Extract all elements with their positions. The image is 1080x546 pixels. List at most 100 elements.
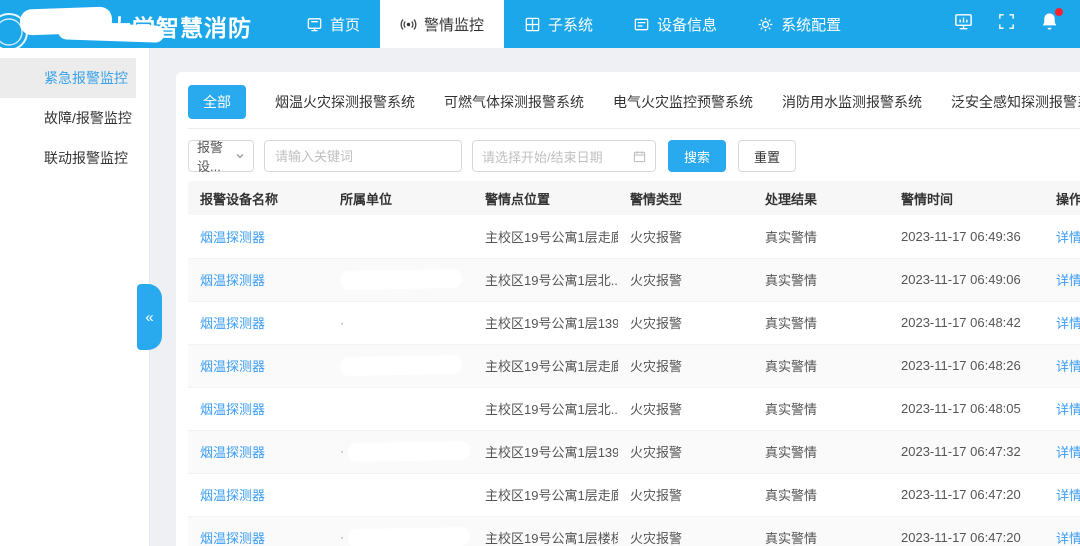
alarm-table: 报警设备名称所属单位警情点位置警情类型处理结果警情时间操作 烟温探测器主校区19… bbox=[188, 181, 1080, 546]
device-name-link[interactable]: 烟温探测器 bbox=[200, 273, 265, 288]
handle-result-cell: 真实警情 bbox=[753, 430, 889, 473]
operations-cell: 详情处理 bbox=[1044, 387, 1080, 430]
nav-item-label: 子系统 bbox=[548, 14, 593, 35]
device-name-link[interactable]: 烟温探测器 bbox=[200, 230, 265, 245]
tab-gas[interactable]: 可燃气体探测报警系统 bbox=[444, 92, 584, 112]
unit-cell bbox=[328, 473, 473, 516]
bigscreen-button[interactable] bbox=[953, 11, 974, 37]
table-row: 烟温探测器主校区19号公寓1层走廊4火灾报警真实警情2023-11-17 06:… bbox=[188, 344, 1080, 387]
date-range-picker[interactable]: 请选择开始/结束日期 bbox=[472, 140, 656, 172]
column-header[interactable]: 警情类型 bbox=[618, 181, 753, 215]
tab-smoke-temp[interactable]: 烟温火灾探测报警系统 bbox=[275, 92, 415, 112]
main-nav: 首页 警情监控 子系统设备信息 系统配置 bbox=[286, 0, 861, 48]
search-button[interactable]: 搜索 bbox=[668, 140, 726, 172]
table-header-row: 报警设备名称所属单位警情点位置警情类型处理结果警情时间操作 bbox=[188, 181, 1080, 215]
nav-device-info[interactable]: 设备信息 bbox=[613, 0, 737, 48]
alarm-field-select[interactable]: 报警设... bbox=[188, 140, 254, 172]
column-header-label: 操作 bbox=[1056, 189, 1080, 208]
operations-cell: 详情处理 bbox=[1044, 473, 1080, 516]
nav-system-config[interactable]: 系统配置 bbox=[737, 0, 861, 48]
app-title: 大学智慧消防 bbox=[108, 9, 252, 43]
device-info-icon bbox=[633, 16, 650, 33]
chevron-down-icon bbox=[235, 151, 245, 161]
bigscreen-icon bbox=[953, 11, 974, 37]
nav-item-label: 警情监控 bbox=[424, 14, 484, 35]
handle-result-cell: 真实警情 bbox=[753, 258, 889, 301]
device-name-link[interactable]: 烟温探测器 bbox=[200, 316, 265, 331]
table-row: 烟温探测器·主校区19号公寓1层139火灾报警真实警情2023-11-17 06… bbox=[188, 430, 1080, 473]
unit-cell bbox=[328, 215, 473, 258]
subsystem-icon bbox=[524, 16, 541, 33]
home-icon bbox=[306, 16, 323, 33]
nav-alarm-monitor[interactable]: 警情监控 bbox=[380, 0, 504, 48]
column-header[interactable]: 处理结果 bbox=[753, 181, 889, 215]
alarm-type-cell: 火灾报警 bbox=[618, 301, 753, 344]
alarm-time-cell: 2023-11-17 06:48:42 bbox=[889, 301, 1044, 344]
detail-link[interactable]: 详情 bbox=[1056, 528, 1080, 546]
device-name-link[interactable]: 烟温探测器 bbox=[200, 488, 265, 503]
handle-result-cell: 真实警情 bbox=[753, 215, 889, 258]
alarm-time-cell: 2023-11-17 06:48:05 bbox=[889, 387, 1044, 430]
notification-bell[interactable] bbox=[1039, 11, 1060, 37]
table-row: 烟温探测器·主校区19号公寓1层139火灾报警真实警情2023-11-17 06… bbox=[188, 301, 1080, 344]
redaction-mark: · bbox=[340, 316, 344, 330]
settings-icon bbox=[757, 16, 774, 33]
table-row: 烟温探测器·主校区19号公寓1层楼梯3火灾报警真实警情2023-11-17 06… bbox=[188, 516, 1080, 546]
column-header: 所属单位 bbox=[328, 181, 473, 215]
nav-subsystem[interactable]: 子系统 bbox=[504, 0, 613, 48]
location-cell: 主校区19号公寓1层走廊4 bbox=[473, 473, 618, 516]
alarm-time-cell: 2023-11-17 06:47:20 bbox=[889, 473, 1044, 516]
detail-link[interactable]: 详情 bbox=[1056, 227, 1080, 246]
alarm-time-cell: 2023-11-17 06:48:26 bbox=[889, 344, 1044, 387]
calendar-icon bbox=[633, 150, 646, 163]
device-name-link[interactable]: 烟温探测器 bbox=[200, 402, 265, 417]
keyword-input[interactable] bbox=[264, 140, 462, 172]
redaction-mark: · bbox=[340, 444, 344, 458]
sidebar-item-linkage-alarm[interactable]: 联动报警监控 bbox=[0, 138, 136, 178]
alarm-time-cell: 2023-11-17 06:47:32 bbox=[889, 430, 1044, 473]
redaction-mark: · bbox=[340, 530, 344, 544]
system-tabs: 全部 烟温火灾探测报警系统 可燃气体探测报警系统 电气火灾监控预警系统 消防用水监测报警… bbox=[188, 85, 1080, 129]
alarm-monitor-icon bbox=[400, 16, 417, 33]
detail-link[interactable]: 详情 bbox=[1056, 485, 1080, 504]
handle-result-cell: 真实警情 bbox=[753, 473, 889, 516]
column-header-label: 所属单位 bbox=[340, 189, 392, 208]
operations-cell: 详情处理 bbox=[1044, 516, 1080, 546]
table-row: 烟温探测器主校区19号公寓1层走廊4火灾报警真实警情2023-11-17 06:… bbox=[188, 215, 1080, 258]
alarm-type-cell: 火灾报警 bbox=[618, 344, 753, 387]
redaction-scribble bbox=[340, 269, 462, 290]
main-content: 全部 烟温火灾探测报警系统 可燃气体探测报警系统 电气火灾监控预警系统 消防用水监测报警… bbox=[150, 48, 1080, 546]
tab-electrical[interactable]: 电气火灾监控预警系统 bbox=[613, 92, 753, 112]
detail-link[interactable]: 详情 bbox=[1056, 356, 1080, 375]
sidebar-collapse-handle[interactable]: « bbox=[137, 284, 162, 350]
device-name-link[interactable]: 烟温探测器 bbox=[200, 445, 265, 460]
table-row: 烟温探测器主校区19号公寓1层北...火灾报警真实警情2023-11-17 06… bbox=[188, 387, 1080, 430]
table-row: 烟温探测器主校区19号公寓1层走廊4火灾报警真实警情2023-11-17 06:… bbox=[188, 473, 1080, 516]
handle-result-cell: 真实警情 bbox=[753, 387, 889, 430]
content-card: 全部 烟温火灾探测报警系统 可燃气体探测报警系统 电气火灾监控预警系统 消防用水监测报警… bbox=[176, 72, 1080, 546]
sidebar-item-emergency-alarm[interactable]: 紧急报警监控 bbox=[0, 58, 136, 98]
location-cell: 主校区19号公寓1层北... bbox=[473, 387, 618, 430]
tab-water[interactable]: 消防用水监测报警系统 bbox=[782, 92, 922, 112]
detail-link[interactable]: 详情 bbox=[1056, 442, 1080, 461]
column-header-label: 警情时间 bbox=[901, 189, 953, 208]
operations-cell: 详情处理 bbox=[1044, 344, 1080, 387]
column-header: 警情时间 bbox=[889, 181, 1044, 215]
device-name-link[interactable]: 烟温探测器 bbox=[200, 531, 265, 546]
nav-item-label: 系统配置 bbox=[781, 14, 841, 35]
alarm-time-cell: 2023-11-17 06:47:20 bbox=[889, 516, 1044, 546]
detail-link[interactable]: 详情 bbox=[1056, 399, 1080, 418]
nav-home[interactable]: 首页 bbox=[286, 0, 380, 48]
alarm-time-cell: 2023-11-17 06:49:36 bbox=[889, 215, 1044, 258]
column-header-label: 警情类型 bbox=[630, 189, 682, 208]
sidebar-item-fault-alarm[interactable]: 故障/报警监控 bbox=[0, 98, 136, 138]
detail-link[interactable]: 详情 bbox=[1056, 313, 1080, 332]
fullscreen-button[interactable] bbox=[996, 11, 1017, 37]
tab-pan-safety[interactable]: 泛安全感知探测报警系统 bbox=[951, 92, 1080, 112]
tab-all[interactable]: 全部 bbox=[188, 85, 246, 119]
top-navbar: 大学智慧消防 首页 警情监控 子系统设备信息 系统配置 bbox=[0, 0, 1080, 48]
filter-bar: 报警设... 请选择开始/结束日期 搜索 重置 bbox=[188, 140, 1080, 172]
reset-button[interactable]: 重置 bbox=[738, 140, 796, 172]
device-name-link[interactable]: 烟温探测器 bbox=[200, 359, 265, 374]
detail-link[interactable]: 详情 bbox=[1056, 270, 1080, 289]
